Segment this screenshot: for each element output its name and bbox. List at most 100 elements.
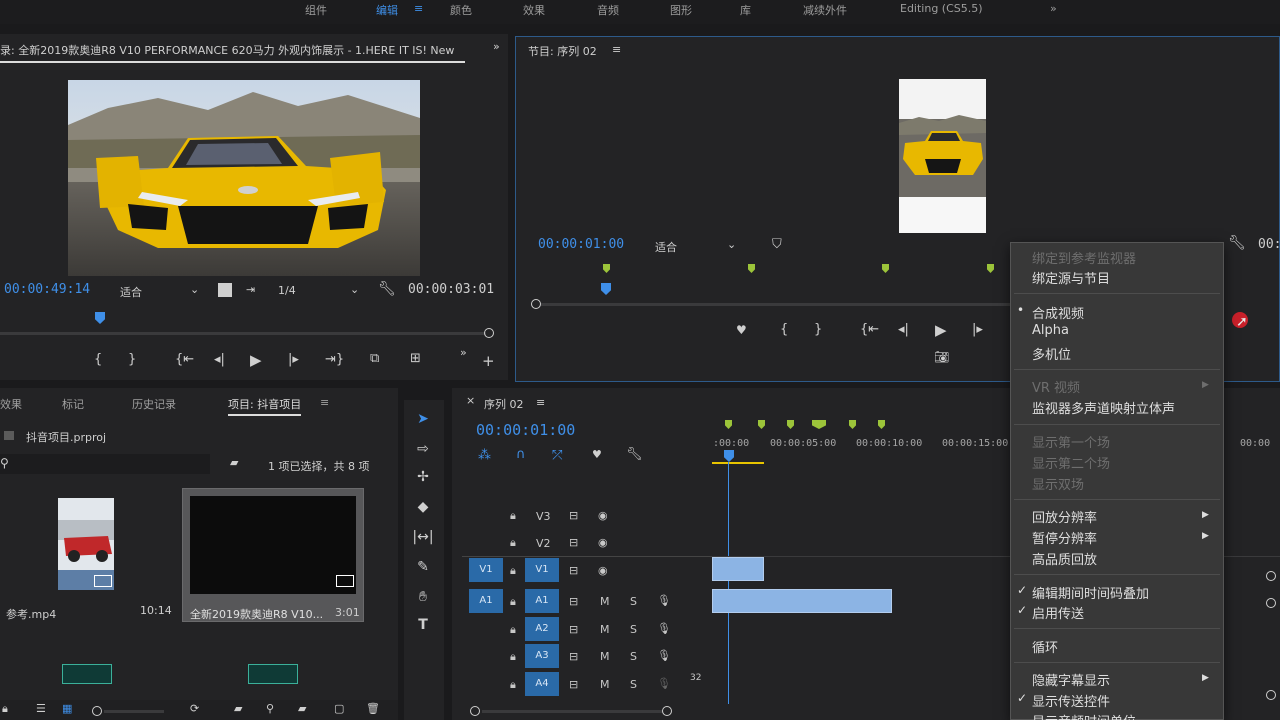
source-drop-icon[interactable]: ⇥ [246, 283, 255, 296]
source-step-forward-icon[interactable]: |▸ [288, 352, 299, 367]
lock-track-icon[interactable]: 🔒︎ [510, 595, 516, 609]
source-settings-icon[interactable] [218, 283, 232, 297]
timeline-scrollbar[interactable] [482, 710, 662, 713]
source-step-back-icon[interactable]: ◂| [214, 352, 225, 367]
source-ratio-select[interactable]: 1/4 [278, 284, 296, 297]
folder-icon[interactable]: ▰ [298, 702, 306, 715]
eye-icon[interactable]: ◉ [598, 536, 608, 549]
menu-item-bind-source-program[interactable]: 绑定源与节目 [1032, 268, 1110, 287]
zoom-slider-handle[interactable] [92, 706, 102, 716]
snap-icon[interactable]: ∩ [516, 447, 526, 462]
program-add-marker-icon[interactable]: ♥ [736, 323, 747, 337]
workspace-tab-audio[interactable]: 音频 [597, 2, 619, 18]
source-insert-icon[interactable]: ⧉ [370, 351, 379, 366]
list-view-icon[interactable]: ☰ [36, 702, 46, 715]
source-wrench-icon[interactable]: 🔧︎ [378, 281, 396, 297]
voice-over-icon[interactable]: 🎙︎ [657, 622, 671, 635]
program-export-frame-icon[interactable]: 📷︎ [934, 350, 949, 364]
selection-tool-icon[interactable]: ➤ [412, 408, 434, 430]
lock-track-icon[interactable]: 🔒︎ [510, 650, 516, 664]
audio-thumbnail[interactable] [62, 664, 112, 684]
track-target-v1[interactable]: V1 [525, 558, 559, 582]
mute-button[interactable]: M [600, 650, 610, 663]
menu-item-bind-to-reference[interactable]: 绑定到参考监视器 [1032, 248, 1136, 267]
project-search-input[interactable] [0, 454, 210, 474]
timeline-close-icon[interactable]: × [466, 394, 475, 407]
eye-icon[interactable]: ◉ [598, 564, 608, 577]
type-tool-icon[interactable]: T [412, 614, 434, 636]
project-menu-icon[interactable]: ≡ [320, 396, 329, 409]
source-fit-chevron-icon[interactable]: ⌄ [190, 283, 199, 296]
timeline-zoom-handle[interactable] [470, 706, 480, 716]
linked-selection-icon[interactable]: ⤱ [552, 448, 562, 463]
menu-item-closed-captions[interactable]: 隐藏字幕显示 [1032, 670, 1110, 689]
solo-button[interactable]: S [630, 678, 637, 691]
source-mark-in-icon[interactable]: { [94, 352, 102, 367]
mute-button[interactable]: M [600, 678, 610, 691]
voice-over-icon[interactable]: 🎙︎ [657, 594, 671, 607]
lock-icon[interactable]: 🔒︎ [2, 702, 8, 716]
source-timecode[interactable]: 00:00:49:14 [4, 282, 90, 297]
solo-button[interactable]: S [630, 595, 637, 608]
source-play-icon[interactable]: ▶ [250, 351, 262, 369]
source-fit-select[interactable]: 适合 [120, 284, 142, 300]
source-overflow-icon[interactable]: » [493, 40, 500, 53]
work-area-bar[interactable] [712, 462, 764, 464]
menu-item-playback-resolution[interactable]: 回放分辨率 [1032, 507, 1097, 526]
ripple-edit-tool-icon[interactable]: ✢ [412, 466, 434, 488]
track-select-tool-icon[interactable]: ⇨ [412, 438, 434, 460]
program-fit-select[interactable]: 适合 [655, 239, 677, 255]
tab-project[interactable]: 项目: 抖音项目 [228, 396, 302, 416]
workspace-tab-editing-cs55[interactable]: Editing (CS5.5) [900, 2, 983, 15]
menu-item-high-quality-playback[interactable]: 高品质回放 [1032, 549, 1097, 568]
source-mark-out-icon[interactable]: } [128, 352, 136, 367]
new-bin-icon[interactable]: ▰ [230, 456, 238, 469]
program-wrench-icon[interactable]: 🔧︎ [1228, 235, 1246, 251]
program-step-forward-icon[interactable]: |▸ [972, 322, 983, 337]
timeline-title[interactable]: 序列 02 [484, 396, 524, 412]
program-mark-out-icon[interactable]: } [814, 322, 822, 337]
add-marker-icon[interactable]: ♥ [592, 448, 602, 461]
menu-item-both-fields[interactable]: 显示双场 [1032, 474, 1084, 493]
timeline-vscroll-handle[interactable] [1266, 598, 1276, 608]
program-go-to-in-icon[interactable]: {⇤ [860, 322, 879, 337]
workspace-menu-icon[interactable]: ≡ [414, 2, 423, 15]
program-settings-icon[interactable]: ⛉ [772, 237, 782, 252]
source-patch-a1[interactable]: A1 [469, 589, 503, 613]
source-monitor-title[interactable]: 录: 全新2019款奥迪R8 V10 PERFORMANCE 620马力 外观内… [0, 42, 465, 63]
menu-item-audio-time-units[interactable]: 显示音频时间单位 [1032, 711, 1136, 720]
track-target-a2[interactable]: A2 [525, 617, 559, 641]
program-timecode[interactable]: 00:00:01:00 [538, 237, 624, 252]
source-ratio-chevron-icon[interactable]: ⌄ [350, 283, 359, 296]
workspace-tab-libraries[interactable]: 库 [740, 2, 751, 18]
hand-tool-icon[interactable]: ✋︎ [412, 586, 434, 608]
timeline-menu-icon[interactable]: ≡ [536, 396, 545, 409]
trash-icon[interactable]: 🗑︎ [366, 702, 380, 715]
sync-lock-icon[interactable]: ⊟ [569, 650, 578, 663]
new-item-icon[interactable]: ▢ [334, 702, 344, 715]
track-target-a1[interactable]: A1 [525, 589, 559, 613]
source-go-to-in-icon[interactable]: {⇤ [175, 352, 194, 367]
workspace-tab-color[interactable]: 颜色 [450, 2, 472, 18]
zoom-slider[interactable] [104, 710, 164, 713]
workspace-tab-editing[interactable]: 编辑 [376, 2, 398, 18]
razor-tool-icon[interactable]: ◆ [412, 496, 434, 518]
tab-effects[interactable]: 效果 [0, 396, 22, 412]
workspace-overflow-icon[interactable]: » [1050, 2, 1057, 15]
source-go-to-out-icon[interactable]: ⇥} [325, 352, 344, 367]
program-monitor-title[interactable]: 节目: 序列 02 [528, 43, 597, 59]
program-scrub-bar[interactable] [541, 303, 1011, 306]
timeline-zoom-handle[interactable] [662, 706, 672, 716]
menu-item-multichannel-stereo[interactable]: 监视器多声道映射立体声 [1032, 398, 1175, 417]
lock-track-icon[interactable]: 🔒︎ [510, 564, 516, 578]
audio-thumbnail[interactable] [248, 664, 298, 684]
eye-icon[interactable]: ◉ [598, 509, 608, 522]
solo-button[interactable]: S [630, 623, 637, 636]
solo-button[interactable]: S [630, 650, 637, 663]
menu-item-first-field[interactable]: 显示第一个场 [1032, 432, 1110, 451]
source-out-handle[interactable] [484, 328, 494, 338]
tab-history[interactable]: 历史记录 [132, 396, 176, 412]
timeline-vscroll-handle[interactable] [1266, 690, 1276, 700]
workspace-tab-effects[interactable]: 效果 [523, 2, 545, 18]
lock-track-icon[interactable]: 🔒︎ [510, 509, 516, 523]
